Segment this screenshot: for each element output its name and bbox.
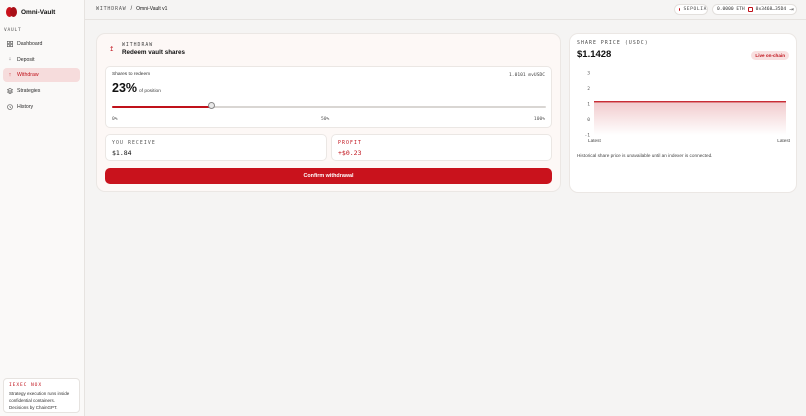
sidebar-section-label: VAULT: [4, 28, 22, 33]
sidebar-item-dashboard[interactable]: Dashboard: [3, 37, 80, 51]
logout-icon[interactable]: ⇥: [789, 7, 794, 13]
network-name: SEPOLIA: [683, 7, 707, 12]
withdraw-title: Redeem vault shares: [122, 49, 185, 56]
percent-suffix: of position: [139, 89, 161, 94]
tee-text-line: Decisions by ChainGPT.: [9, 405, 58, 410]
y-tick-label: 3: [587, 71, 590, 77]
shares-label: Shares to redeem: [112, 72, 151, 77]
withdraw-arrow-up-icon: ↥: [109, 46, 115, 53]
grid-icon: [7, 41, 13, 47]
live-onchain-badge: Live on-chain: [751, 51, 789, 60]
profit-panel: PROFIT +$0.23: [331, 134, 552, 161]
sidebar-item-label: Dashboard: [17, 41, 43, 47]
tee-text-line: Strategy execution runs inside: [9, 391, 70, 396]
slider-tick-max: 100%: [533, 117, 545, 122]
breadcrumb: WITHDRAW / Omni-Vault v1: [96, 6, 167, 12]
price-area-fill: [594, 101, 786, 135]
sidebar-item-label: Strategies: [17, 88, 41, 95]
share-price-note: Historical share price is unavailable un…: [577, 153, 713, 158]
confirm-withdrawal-button[interactable]: Confirm withdrawal: [105, 168, 552, 184]
sidebar-item-label: Deposit: [17, 56, 35, 63]
network-status-dot-icon: [679, 8, 681, 11]
breadcrumb-page: Omni-Vault v1: [136, 6, 168, 12]
arrow-down-icon: ↓: [8, 55, 12, 62]
tee-text-line: confidential containers.: [9, 398, 56, 403]
tee-info-panel: IEXEC NOX Strategy execution runs inside…: [3, 378, 80, 413]
omni-vault-logo-icon: [6, 7, 17, 17]
percent-display: 23%: [112, 81, 138, 95]
network-badge[interactable]: SEPOLIA: [674, 4, 708, 15]
breadcrumb-section[interactable]: WITHDRAW: [96, 6, 126, 12]
slider-tick-min: 0%: [112, 117, 118, 122]
sidebar-item-label: History: [17, 103, 34, 110]
receive-value: $1.84: [112, 149, 132, 157]
x-tick-label: Latest: [777, 138, 790, 143]
percent-slider-fill: [112, 106, 212, 108]
profit-value: +$0.23: [338, 149, 362, 157]
y-tick-label: 0: [587, 117, 590, 123]
top-bar: WITHDRAW / Omni-Vault v1 SEPOLIA 0.0000 …: [85, 0, 806, 20]
sidebar-item-label: Withdraw: [17, 72, 39, 79]
shares-amount: 1.0101 mvUSDC: [509, 73, 545, 78]
share-price-value: $1.1428: [577, 49, 612, 60]
layers-icon: [7, 88, 13, 95]
breadcrumb-separator: /: [130, 6, 133, 12]
arrow-up-icon: ↑: [8, 71, 12, 78]
share-price-label: SHARE PRICE (USDC): [577, 41, 649, 46]
sidebar: Omni-Vault VAULT Dashboard ↓ Deposit ↑ W…: [0, 0, 85, 416]
brand-logo[interactable]: Omni-Vault: [6, 6, 55, 18]
sidebar-item-withdraw[interactable]: ↑ Withdraw: [3, 68, 80, 83]
wallet-address: 0x3468…35D4: [755, 7, 787, 12]
copy-icon[interactable]: [747, 7, 753, 12]
y-tick-label: 1: [587, 102, 590, 108]
sidebar-item-history[interactable]: History: [3, 100, 80, 114]
share-price-chart: 3210-1Latest Latest: [584, 71, 790, 143]
receive-label: YOU RECEIVE: [112, 141, 156, 146]
profit-label: PROFIT: [338, 141, 362, 146]
tee-title: IEXEC NOX: [9, 383, 42, 388]
withdraw-card: ↥ WITHDRAW Redeem vault shares Shares to…: [96, 33, 561, 192]
x-tick-label: Latest: [588, 138, 601, 143]
share-price-card: SHARE PRICE (USDC) $1.1428 Live on-chain…: [569, 33, 797, 193]
sidebar-item-strategies[interactable]: Strategies: [3, 84, 80, 98]
account-pill[interactable]: 0.0000 ETH 0x3468…35D4 ⇥: [712, 4, 797, 15]
brand-name: Omni-Vault: [21, 8, 56, 16]
sidebar-item-deposit[interactable]: ↓ Deposit: [3, 53, 80, 67]
receive-panel: YOU RECEIVE $1.84: [105, 134, 327, 161]
sidebar-nav: Dashboard ↓ Deposit ↑ Withdraw Strategie…: [3, 37, 80, 115]
withdraw-eyebrow: WITHDRAW: [122, 43, 154, 48]
shares-panel: Shares to redeem 1.0101 mvUSDC 23% of po…: [105, 66, 552, 128]
y-tick-label: 2: [587, 86, 590, 92]
wallet-balance: 0.0000 ETH: [717, 7, 745, 12]
slider-tick-mid: 50%: [321, 117, 330, 122]
percent-slider-track[interactable]: [112, 106, 546, 108]
history-icon: [7, 103, 13, 110]
